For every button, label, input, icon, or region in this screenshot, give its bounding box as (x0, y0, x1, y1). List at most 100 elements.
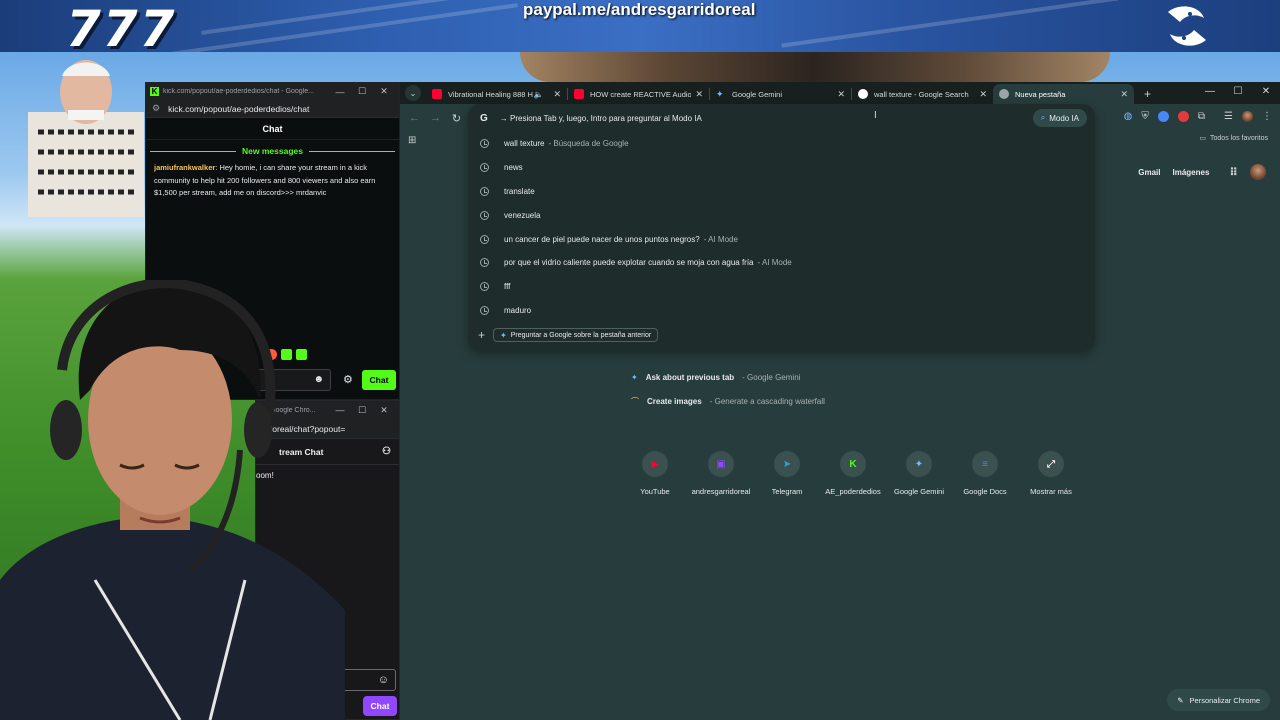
tab-close-icon[interactable]: ✕ (695, 89, 703, 100)
tab-close-icon[interactable]: ✕ (837, 89, 845, 100)
chat-username[interactable]: jamiufrankwalker (154, 163, 215, 172)
suggestion-item[interactable]: un cancer de piel puede nacer de unos pu… (468, 227, 1095, 251)
minimize-icon[interactable]: — (329, 87, 351, 97)
shortcut-label: andresgarridoreal (691, 487, 751, 496)
site-info-icon[interactable]: ⚙ (152, 103, 160, 114)
ai-suggestion-row[interactable]: ✦ Ask about previous tab - Google Gemini (631, 365, 825, 389)
apps-grid-icon[interactable]: ⊞ (408, 135, 416, 146)
tab-item-2[interactable]: ✦ Google Gemini ✕ (710, 84, 851, 104)
kick-url-bar[interactable]: ⚙ kick.com/popout/ae-poderdedios/chat (146, 100, 399, 118)
ask-previous-tab-chip[interactable]: ✦ Preguntar a Google sobre la pestaña an… (493, 328, 659, 342)
suggestion-item[interactable]: translate (468, 180, 1095, 204)
minimize-icon[interactable]: — (1196, 82, 1224, 104)
suggestion-item[interactable]: maduro (468, 299, 1095, 323)
tab-item-3[interactable]: wall texture - Google Search ✕ (852, 84, 993, 104)
close-icon[interactable]: ✕ (373, 86, 395, 97)
forward-arrow-icon[interactable]: → (425, 112, 446, 124)
ai-mode-label: Modo IA (1049, 113, 1079, 123)
tab-item-1[interactable]: HOW create REACTIVE Audio S ✕ (568, 84, 709, 104)
shortcut-docs[interactable]: ≡ Google Docs (952, 451, 1018, 496)
reload-icon[interactable]: ↻ (446, 112, 467, 125)
all-bookmarks-label: Todos los favoritos (1210, 134, 1268, 142)
gemini-icon: ✦ (906, 451, 932, 477)
extensions-area: ◍ ⛨ ⧉ ☰ ⋮ (1124, 111, 1272, 122)
shortcut-telegram[interactable]: ➤ Telegram (754, 451, 820, 496)
maximize-icon[interactable]: ☐ (351, 86, 373, 97)
history-clock-icon (480, 234, 489, 244)
tab-close-icon[interactable]: ✕ (553, 89, 561, 100)
google-icon (858, 89, 868, 99)
suggestion-text: fff (504, 282, 511, 292)
shortcut-show-more[interactable]: ⤢ Mostrar más (1018, 451, 1084, 496)
maximize-icon[interactable]: ☐ (351, 405, 373, 416)
shortcuts-grid: ▶ YouTube ▣ andresgarridoreal ➤ Telegram… (622, 451, 1084, 496)
suggestion-item[interactable]: news (468, 156, 1095, 180)
google-apps-icon[interactable]: ⠿ (1229, 166, 1238, 179)
suggestion-sub: - AI Mode (757, 258, 792, 268)
tab-search-icon[interactable]: ⌄ (405, 85, 421, 101)
community-users-icon[interactable]: ⚇ (382, 446, 391, 457)
ai-mode-button[interactable]: ⌕ Modo IA (1032, 109, 1087, 127)
search-sparkle-icon: ⌕ (1040, 113, 1046, 122)
banner-paypal-link: paypal.me/andresgarridoreal (523, 0, 756, 19)
shortcut-kick[interactable]: K AE_poderdedios (820, 451, 886, 496)
tab-item-4[interactable]: Nueva pestaña ✕ (993, 84, 1134, 104)
twitch-chat-send-button[interactable]: Chat (363, 696, 397, 716)
extension-icon[interactable] (1157, 111, 1169, 122)
all-bookmarks-button[interactable]: ▭ Todos los favoritos (1199, 134, 1268, 143)
kick-chat-send-button[interactable]: Chat (362, 370, 396, 390)
tab-close-icon[interactable]: ✕ (979, 89, 987, 100)
menu-kebab-icon[interactable]: ⋮ (1262, 111, 1272, 122)
suggestion-text: maduro (504, 305, 532, 315)
back-arrow-icon[interactable]: ← (404, 112, 425, 124)
customize-label: Personalizar Chrome (1189, 695, 1260, 705)
suggestion-item[interactable]: fff (468, 275, 1095, 299)
telegram-icon: ➤ (774, 451, 800, 477)
close-icon[interactable]: ✕ (373, 405, 395, 416)
customize-chrome-button[interactable]: ✎ Personalizar Chrome (1167, 689, 1270, 711)
tab-item-0[interactable]: Vibrational Healing 888 Hz 🔈 ✕ (426, 84, 567, 104)
chat-message: jamiufrankwalker: Hey homie, i can share… (146, 156, 399, 200)
ai-suggestions: ✦ Ask about previous tab - Google Gemini… (631, 365, 825, 413)
media-control-icon[interactable]: ◍ (1124, 111, 1133, 122)
banana-icon: ⌒ (631, 396, 639, 406)
tab-label: HOW create REACTIVE Audio S (590, 89, 692, 99)
suggestion-text: wall texture (504, 139, 545, 149)
puzzle-piece-icon[interactable]: ⧉ (1198, 111, 1205, 122)
account-avatar[interactable] (1250, 164, 1266, 180)
stream-banner: 777 paypal.me/andresgarridoreal (0, 0, 1280, 52)
ai-suggestion-sub: - Google Gemini (742, 372, 801, 382)
plus-icon[interactable]: + (478, 328, 485, 342)
emoji-icon[interactable]: ☺ (378, 674, 389, 686)
history-clock-icon (480, 258, 489, 268)
extension-icon[interactable] (1177, 111, 1189, 122)
suggestion-item[interactable]: por que el vidrio caliente puede explota… (468, 251, 1095, 275)
shortcut-twitch[interactable]: ▣ andresgarridoreal (688, 451, 754, 496)
tab-close-icon[interactable]: ✕ (1120, 89, 1128, 100)
suggestion-text: por que el vidrio caliente puede explota… (504, 258, 754, 268)
kick-chat-header: Chat (146, 118, 399, 140)
new-tab-button[interactable]: + (1144, 87, 1151, 101)
text-cursor-icon: I (874, 110, 877, 121)
suggestion-item[interactable]: wall texture - Búsqueda de Google (468, 132, 1095, 156)
shield-icon[interactable]: ⛨ (1141, 111, 1149, 122)
tab-label: wall texture - Google Search (874, 89, 969, 99)
suggestion-item[interactable]: venezuela (468, 203, 1095, 227)
shortcut-gemini[interactable]: ✦ Google Gemini (886, 451, 952, 496)
omnibox-input[interactable]: G → Presiona Tab y, luego, Intro para pr… (468, 104, 1095, 132)
maximize-icon[interactable]: ☐ (1224, 82, 1252, 104)
shortcut-youtube[interactable]: ▶ YouTube (622, 451, 688, 496)
profile-avatar[interactable] (1242, 111, 1253, 122)
youtube-icon (574, 89, 584, 99)
ai-suggestion-row[interactable]: ⌒ Create images - Generate a cascading w… (631, 389, 825, 413)
gmail-link[interactable]: Gmail (1138, 168, 1160, 177)
close-icon[interactable]: ✕ (1252, 82, 1280, 104)
kick-window-title: kick.com/popout/ae-poderdedios/chat - Go… (163, 88, 314, 95)
chrome-icon (999, 89, 1009, 99)
suggestion-text: news (504, 163, 523, 173)
images-link[interactable]: Imágenes (1173, 168, 1210, 177)
reading-list-icon[interactable]: ☰ (1224, 111, 1233, 122)
folder-icon: ▭ (1199, 135, 1207, 142)
youtube-icon: ▶ (642, 451, 668, 477)
audio-playing-icon[interactable]: 🔈 (533, 90, 543, 99)
